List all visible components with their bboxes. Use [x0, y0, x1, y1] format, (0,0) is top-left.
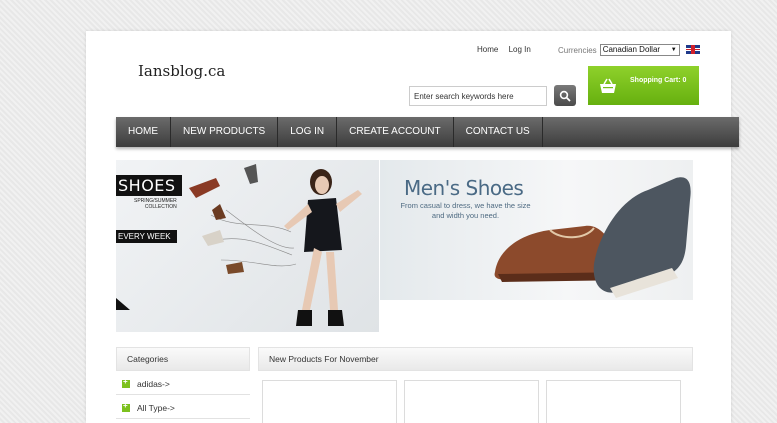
- category-label: adidas->: [137, 378, 170, 389]
- uk-flag-icon[interactable]: [686, 45, 700, 54]
- new-products-header: New Products For November: [258, 347, 693, 371]
- nav-create-account[interactable]: CREATE ACCOUNT: [337, 117, 454, 147]
- currencies-label: Currencies: [558, 45, 597, 55]
- category-item-all-type[interactable]: All Type->: [116, 397, 250, 419]
- model-illustration: [189, 164, 362, 326]
- plus-icon: [122, 401, 130, 412]
- mens-shoes-image: [494, 177, 691, 298]
- nav-new-products[interactable]: NEW PRODUCTS: [171, 117, 279, 147]
- currency-dropdown[interactable]: Canadian Dollar ▼: [599, 44, 680, 56]
- search-input[interactable]: Enter search keywords here: [409, 86, 547, 106]
- banner-corner-decoration: [116, 298, 130, 310]
- cart-label: Shopping Cart: 0: [630, 77, 687, 84]
- plus-icon: [122, 377, 130, 388]
- search-button[interactable]: [554, 85, 576, 106]
- top-links: Home Log In: [477, 45, 539, 54]
- shopping-cart-button[interactable]: Shopping Cart: 0: [588, 66, 699, 105]
- page-container: Iansblog.ca Home Log In Currencies Canad…: [86, 31, 739, 423]
- product-card[interactable]: [546, 380, 681, 423]
- category-label: All Type->: [137, 402, 175, 413]
- nav-contact-us[interactable]: CONTACT US: [454, 117, 543, 147]
- basket-icon: [600, 78, 616, 93]
- login-link[interactable]: Log In: [509, 45, 531, 54]
- currency-value: Canadian Dollar: [602, 45, 661, 54]
- product-card[interactable]: [404, 380, 539, 423]
- shoes-banner[interactable]: SHOES SPRING/SUMMER COLLECTION EVERY WEE…: [116, 160, 379, 332]
- product-card[interactable]: [262, 380, 397, 423]
- categories-header: Categories: [116, 347, 250, 371]
- search-icon: [559, 90, 571, 102]
- category-item-adidas[interactable]: adidas->: [116, 373, 250, 395]
- nav-home[interactable]: HOME: [116, 117, 171, 147]
- home-link[interactable]: Home: [477, 45, 498, 54]
- site-logo[interactable]: Iansblog.ca: [138, 62, 225, 80]
- mens-shoes-banner[interactable]: Men's Shoes From casual to dress, we hav…: [380, 160, 693, 300]
- nav-log-in[interactable]: LOG IN: [278, 117, 338, 147]
- main-nav: HOME NEW PRODUCTS LOG IN CREATE ACCOUNT …: [116, 117, 739, 147]
- currency-selector: Currencies Canadian Dollar ▼: [558, 44, 680, 56]
- chevron-down-icon: ▼: [670, 47, 677, 53]
